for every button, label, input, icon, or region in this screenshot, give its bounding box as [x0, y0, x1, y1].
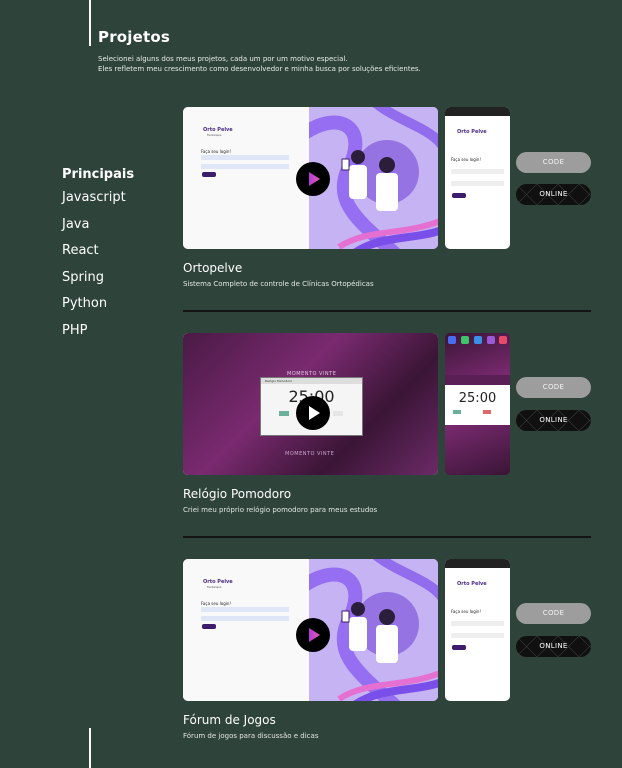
project-name: Ortopelve	[183, 261, 243, 275]
mobile-brand: Orto Pelve	[457, 129, 487, 135]
play-video-button[interactable]	[296, 396, 330, 430]
category-sidebar: Principais Javascript Java React Spring …	[62, 167, 134, 350]
mobile-preview[interactable]: Orto Pelve Faça seu login!	[445, 107, 510, 249]
mobile-preview[interactable]: 25:00	[445, 333, 510, 475]
preview-login-heading: Faça seu login!	[201, 149, 232, 154]
sidebar-item-python[interactable]: Python	[62, 296, 134, 323]
online-button-label: ONLINE	[539, 190, 568, 198]
mobile-login-heading: Faça seu login!	[451, 157, 482, 162]
code-button[interactable]: CODE	[516, 377, 591, 398]
online-button[interactable]: ONLINE	[516, 636, 591, 657]
project-description: Criei meu próprio relógio pomodoro para …	[183, 506, 378, 514]
preview-subtitle: Fisioterapia	[207, 586, 222, 589]
online-button[interactable]: ONLINE	[516, 410, 591, 431]
project-card-pomodoro: MOMENTO VINTE Relógio Pomodoro 25:00 MOM…	[183, 333, 591, 523]
project-card-forum: Orto Pelve Fisioterapia Faça seu login!	[183, 559, 591, 749]
intro-line-1: Selecionei alguns dos meus projetos, cad…	[98, 55, 348, 63]
sidebar-item-javascript[interactable]: Javascript	[62, 190, 134, 217]
sidebar-item-php[interactable]: PHP	[62, 323, 134, 350]
code-button[interactable]: CODE	[516, 603, 591, 624]
timer-window-title: Relógio Pomodoro	[265, 379, 293, 383]
project-name: Relógio Pomodoro	[183, 487, 292, 501]
preview-watermark-bottom: MOMENTO VINTE	[285, 451, 335, 457]
code-button[interactable]: CODE	[516, 152, 591, 173]
desktop-preview[interactable]: Orto Pelve Fisioterapia Faça seu login!	[183, 107, 438, 249]
online-button[interactable]: ONLINE	[516, 184, 591, 205]
mobile-brand: Orto Pelve	[457, 581, 487, 587]
preview-email-field	[201, 155, 289, 160]
intro-text: Selecionei alguns dos meus projetos, cad…	[98, 54, 421, 74]
section-divider	[183, 310, 591, 312]
login-panel: Orto Pelve Fisioterapia Faça seu login!	[183, 107, 309, 249]
online-button-label: ONLINE	[539, 642, 568, 650]
desktop-preview[interactable]: Orto Pelve Fisioterapia Faça seu login!	[183, 559, 438, 701]
decorative-line-top	[89, 0, 91, 46]
project-description: Fórum de jogos para discussão e dicas	[183, 732, 319, 740]
project-description: Sistema Completo de controle de Clínicas…	[183, 280, 374, 288]
preview-login-heading: Faça seu login!	[201, 601, 232, 606]
online-button-label: ONLINE	[539, 416, 568, 424]
sidebar-heading: Principais	[62, 167, 135, 182]
preview-subtitle: Fisioterapia	[207, 134, 222, 137]
section-divider	[183, 536, 591, 538]
preview-enter-button	[202, 172, 216, 177]
decorative-line-bottom	[89, 728, 91, 768]
sidebar-item-java[interactable]: Java	[62, 217, 134, 244]
login-panel: Orto Pelve Fisioterapia Faça seu login!	[183, 559, 309, 701]
project-name: Fórum de Jogos	[183, 713, 276, 727]
play-video-button[interactable]	[296, 162, 330, 196]
play-video-button[interactable]	[296, 618, 330, 652]
sidebar-item-spring[interactable]: Spring	[62, 270, 134, 297]
preview-brand: Orto Pelve	[203, 579, 233, 585]
mobile-login-heading: Faça seu login!	[451, 609, 482, 614]
preview-brand: Orto Pelve	[203, 127, 233, 133]
desktop-preview[interactable]: MOMENTO VINTE Relógio Pomodoro 25:00 MOM…	[183, 333, 438, 475]
preview-password-field	[201, 164, 289, 169]
mobile-timer-display: 25:00	[458, 391, 497, 406]
intro-line-2: Eles refletem meu crescimento como desen…	[98, 65, 421, 73]
mobile-preview[interactable]: Orto Pelve Faça seu login!	[445, 559, 510, 701]
project-card-ortopelve: Orto Pelve Fisioterapia Faça seu login!	[183, 107, 591, 297]
page-title: Projetos	[98, 28, 171, 46]
sidebar-item-react[interactable]: React	[62, 243, 134, 270]
